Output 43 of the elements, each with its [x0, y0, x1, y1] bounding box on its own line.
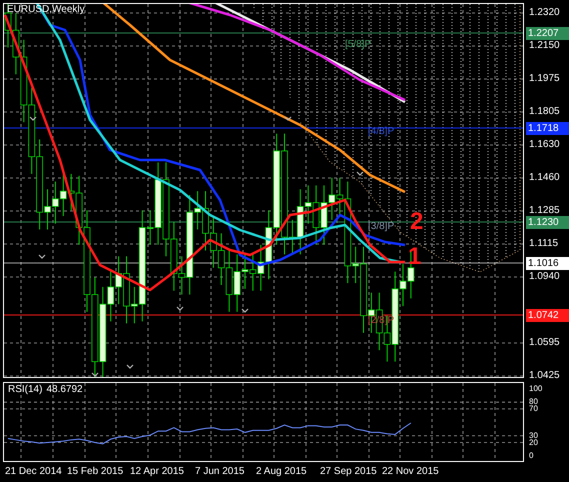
rsi-tick-label: 0 — [529, 452, 534, 460]
rsi-tick-label: 20 — [529, 438, 538, 446]
chevron-icon — [30, 116, 36, 121]
chevron-icon — [356, 172, 364, 176]
chevron-icon — [284, 116, 292, 121]
date-label: 27 Sep 2015 — [320, 467, 377, 477]
level-label: [3/8]P — [368, 222, 394, 232]
rsi-tick-label: 70 — [529, 404, 538, 413]
price-tick-label: 1.1630 — [529, 140, 560, 150]
date-label: 12 Apr 2015 — [130, 467, 184, 477]
date-label: 2 Aug 2015 — [256, 467, 307, 477]
rsi-tick-label: 30 — [529, 432, 538, 440]
price-tick-label: 1.1460 — [529, 173, 560, 183]
price-tick-label: 1.0595 — [529, 338, 560, 348]
date-label: 7 Jun 2015 — [195, 467, 244, 477]
price-tick-label: 1.2320 — [529, 8, 560, 18]
price-badge: 1.1230 — [526, 216, 569, 229]
date-label: 21 Dec 2014 — [5, 467, 62, 477]
price-tick-label: 1.1285 — [529, 206, 560, 216]
price-tick-label: 1.1975 — [529, 74, 560, 84]
hand-drawn-number: 2 — [410, 210, 424, 234]
chevron-icon — [92, 372, 98, 377]
rsi-tick-label: 100 — [529, 384, 542, 393]
chevron-icon — [242, 308, 248, 313]
chevron-icon — [38, 254, 46, 259]
level-label: [4/8]P — [368, 127, 394, 137]
date-label: 22 Nov 2015 — [382, 467, 439, 477]
price-tick-label: 1.1115 — [529, 239, 558, 249]
price-badge: 1.1016 — [526, 257, 569, 270]
date-label: 15 Feb 2015 — [67, 467, 124, 477]
price-tick-label: 1.1805 — [529, 107, 560, 117]
chevron-icon — [176, 306, 184, 311]
indicator-name: RSI(14) — [8, 385, 42, 395]
rsi-tick-label: 80 — [529, 398, 538, 406]
price-tick-label: 1.0940 — [529, 272, 560, 282]
chevron-icon — [126, 364, 134, 369]
price-badge: 1.2207 — [526, 27, 569, 40]
price-badge: 1.1718 — [526, 122, 569, 135]
level-label: [5/8]P — [345, 40, 372, 50]
price-badge: 1.0742 — [526, 309, 569, 322]
price-tick-label: 1.0425 — [529, 371, 560, 381]
indicator-value: 48.6792 — [46, 385, 83, 395]
price-tick-label: 1.2150 — [529, 41, 560, 51]
